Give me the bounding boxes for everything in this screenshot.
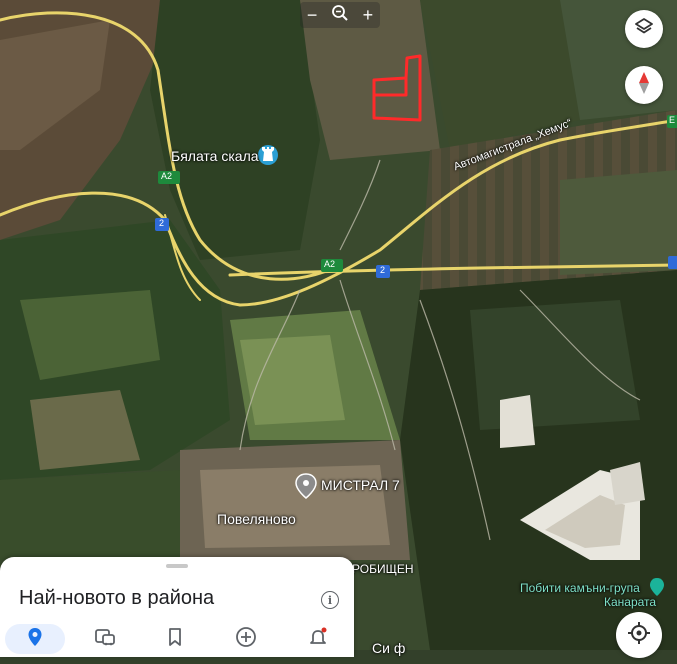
map-label-bottom-partial: Си ф: [372, 640, 406, 656]
map-label-povelyanovo[interactable]: Повеляново: [217, 511, 296, 527]
info-icon[interactable]: i: [321, 591, 339, 609]
map-label-kanarata[interactable]: Канарата: [604, 595, 656, 609]
road-shield-2-mid: 2: [380, 265, 386, 275]
map-label-obshten[interactable]: РОБИЩЕН: [352, 562, 414, 576]
satellite-map[interactable]: [0, 0, 677, 650]
map-label-mistral-7[interactable]: МИСТРАЛ 7: [321, 477, 400, 493]
compass-button[interactable]: [625, 66, 663, 104]
bottom-nav: [0, 624, 354, 664]
layers-button[interactable]: [625, 10, 663, 48]
bell-icon: [307, 626, 329, 653]
latest-nearby-sheet[interactable]: Най-новото в района i: [0, 557, 354, 657]
road-shield-2-left: 2: [159, 218, 165, 228]
road-shield-e-right: E: [669, 115, 676, 125]
map-label-byalata-skala[interactable]: Бялата скала: [171, 148, 259, 164]
add-circle-icon: [235, 626, 257, 653]
zoom-controls: − +: [300, 2, 380, 28]
road-shield-a2-mid: A2: [324, 259, 336, 269]
crosshair-icon: [627, 621, 651, 650]
road-shield-a2-top: A2: [161, 171, 173, 181]
zoom-out-button[interactable]: −: [307, 5, 318, 26]
map-label-pobiti-kamani[interactable]: Побити камъни-група: [520, 581, 640, 595]
compass-icon: [636, 71, 652, 100]
sheet-title: Най-новото в района: [19, 587, 215, 609]
location-pin-icon: [27, 627, 43, 652]
my-location-button[interactable]: [616, 612, 662, 658]
zoom-in-button[interactable]: +: [363, 5, 374, 26]
sheet-drag-handle[interactable]: [166, 564, 188, 568]
layers-icon: [634, 17, 654, 42]
commute-icon: [94, 627, 116, 652]
zoom-magnifier-icon: [331, 4, 349, 27]
bookmark-icon: [167, 627, 183, 652]
